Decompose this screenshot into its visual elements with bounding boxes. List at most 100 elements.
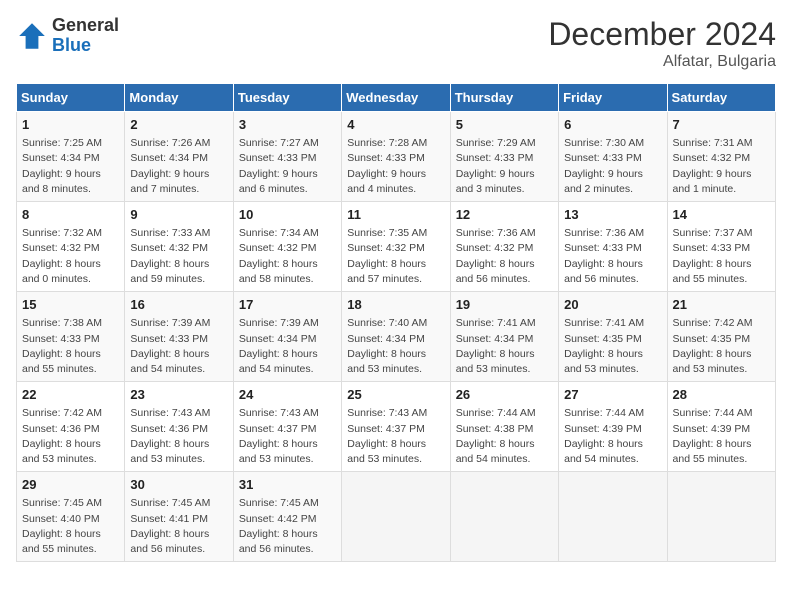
calendar-cell: 13 Sunrise: 7:36 AMSunset: 4:33 PMDayligh… bbox=[559, 202, 667, 292]
calendar-cell bbox=[559, 472, 667, 562]
calendar-cell: 1 Sunrise: 7:25 AMSunset: 4:34 PMDaylight… bbox=[17, 112, 125, 202]
header-thursday: Thursday bbox=[450, 84, 558, 112]
day-number: 6 bbox=[564, 116, 661, 134]
month-title: December 2024 bbox=[548, 16, 776, 53]
day-number: 27 bbox=[564, 386, 661, 404]
header-sunday: Sunday bbox=[17, 84, 125, 112]
day-info: Sunrise: 7:44 AMSunset: 4:39 PMDaylight:… bbox=[564, 406, 661, 467]
calendar-cell: 31 Sunrise: 7:45 AMSunset: 4:42 PMDayligh… bbox=[233, 472, 341, 562]
day-number: 9 bbox=[130, 206, 227, 224]
day-number: 26 bbox=[456, 386, 553, 404]
calendar-cell: 27 Sunrise: 7:44 AMSunset: 4:39 PMDayligh… bbox=[559, 382, 667, 472]
day-number: 21 bbox=[673, 296, 770, 314]
calendar-cell: 17Sunrise: 7:39 AMSunset: 4:34 PMDayligh… bbox=[233, 292, 341, 382]
day-info: Sunrise: 7:36 AMSunset: 4:33 PMDaylight:… bbox=[564, 226, 661, 287]
day-info: Sunrise: 7:44 AMSunset: 4:38 PMDaylight:… bbox=[456, 406, 553, 467]
day-info: Sunrise: 7:42 AMSunset: 4:35 PMDaylight:… bbox=[673, 316, 770, 377]
calendar-cell: 12 Sunrise: 7:36 AMSunset: 4:32 PMDayligh… bbox=[450, 202, 558, 292]
day-number: 22 bbox=[22, 386, 119, 404]
logo: General Blue bbox=[16, 16, 119, 56]
calendar-cell: 23Sunrise: 7:43 AMSunset: 4:36 PMDayligh… bbox=[125, 382, 233, 472]
page-header: General Blue December 2024 Alfatar, Bulg… bbox=[16, 16, 776, 71]
calendar-table: SundayMondayTuesdayWednesdayThursdayFrid… bbox=[16, 83, 776, 562]
day-info: Sunrise: 7:41 AMSunset: 4:34 PMDaylight:… bbox=[456, 316, 553, 377]
calendar-cell: 2 Sunrise: 7:26 AMSunset: 4:34 PMDaylight… bbox=[125, 112, 233, 202]
calendar-cell: 21 Sunrise: 7:42 AMSunset: 4:35 PMDayligh… bbox=[667, 292, 775, 382]
day-number: 29 bbox=[22, 476, 119, 494]
calendar-week-2: 8 Sunrise: 7:32 AMSunset: 4:32 PMDaylight… bbox=[17, 202, 776, 292]
header-saturday: Saturday bbox=[667, 84, 775, 112]
day-info: Sunrise: 7:43 AMSunset: 4:37 PMDaylight:… bbox=[239, 406, 336, 467]
header-friday: Friday bbox=[559, 84, 667, 112]
day-info: Sunrise: 7:41 AMSunset: 4:35 PMDaylight:… bbox=[564, 316, 661, 377]
calendar-cell: 25 Sunrise: 7:43 AMSunset: 4:37 PMDayligh… bbox=[342, 382, 450, 472]
day-info: Sunrise: 7:31 AMSunset: 4:32 PMDaylight:… bbox=[673, 136, 770, 197]
day-info: Sunrise: 7:45 AMSunset: 4:40 PMDaylight:… bbox=[22, 496, 119, 557]
header-tuesday: Tuesday bbox=[233, 84, 341, 112]
calendar-cell: 30Sunrise: 7:45 AMSunset: 4:41 PMDayligh… bbox=[125, 472, 233, 562]
day-info: Sunrise: 7:42 AMSunset: 4:36 PMDaylight:… bbox=[22, 406, 119, 467]
calendar-cell: 20 Sunrise: 7:41 AMSunset: 4:35 PMDayligh… bbox=[559, 292, 667, 382]
day-number: 20 bbox=[564, 296, 661, 314]
day-info: Sunrise: 7:39 AMSunset: 4:34 PMDaylight:… bbox=[239, 316, 336, 377]
day-number: 12 bbox=[456, 206, 553, 224]
calendar-cell: 26 Sunrise: 7:44 AMSunset: 4:38 PMDayligh… bbox=[450, 382, 558, 472]
calendar-cell: 8 Sunrise: 7:32 AMSunset: 4:32 PMDaylight… bbox=[17, 202, 125, 292]
calendar-cell: 18 Sunrise: 7:40 AMSunset: 4:34 PMDayligh… bbox=[342, 292, 450, 382]
calendar-cell: 3Sunrise: 7:27 AMSunset: 4:33 PMDaylight… bbox=[233, 112, 341, 202]
calendar-cell bbox=[667, 472, 775, 562]
day-info: Sunrise: 7:43 AMSunset: 4:37 PMDaylight:… bbox=[347, 406, 444, 467]
header-wednesday: Wednesday bbox=[342, 84, 450, 112]
day-info: Sunrise: 7:25 AMSunset: 4:34 PMDaylight:… bbox=[22, 136, 119, 197]
calendar-week-4: 22 Sunrise: 7:42 AMSunset: 4:36 PMDayligh… bbox=[17, 382, 776, 472]
day-number: 10 bbox=[239, 206, 336, 224]
day-number: 2 bbox=[130, 116, 227, 134]
day-number: 31 bbox=[239, 476, 336, 494]
day-number: 1 bbox=[22, 116, 119, 134]
day-number: 14 bbox=[673, 206, 770, 224]
day-number: 8 bbox=[22, 206, 119, 224]
location: Alfatar, Bulgaria bbox=[548, 53, 776, 71]
day-number: 30 bbox=[130, 476, 227, 494]
calendar-cell: 9Sunrise: 7:33 AMSunset: 4:32 PMDaylight… bbox=[125, 202, 233, 292]
day-info: Sunrise: 7:29 AMSunset: 4:33 PMDaylight:… bbox=[456, 136, 553, 197]
day-number: 18 bbox=[347, 296, 444, 314]
day-number: 13 bbox=[564, 206, 661, 224]
day-info: Sunrise: 7:40 AMSunset: 4:34 PMDaylight:… bbox=[347, 316, 444, 377]
day-info: Sunrise: 7:38 AMSunset: 4:33 PMDaylight:… bbox=[22, 316, 119, 377]
calendar-cell: 6Sunrise: 7:30 AMSunset: 4:33 PMDaylight… bbox=[559, 112, 667, 202]
calendar-week-3: 15Sunrise: 7:38 AMSunset: 4:33 PMDayligh… bbox=[17, 292, 776, 382]
day-number: 23 bbox=[130, 386, 227, 404]
day-number: 25 bbox=[347, 386, 444, 404]
calendar-cell: 10Sunrise: 7:34 AMSunset: 4:32 PMDayligh… bbox=[233, 202, 341, 292]
day-info: Sunrise: 7:26 AMSunset: 4:34 PMDaylight:… bbox=[130, 136, 227, 197]
day-number: 4 bbox=[347, 116, 444, 134]
day-info: Sunrise: 7:35 AMSunset: 4:32 PMDaylight:… bbox=[347, 226, 444, 287]
logo-general-text: General bbox=[52, 16, 119, 36]
day-info: Sunrise: 7:37 AMSunset: 4:33 PMDaylight:… bbox=[673, 226, 770, 287]
calendar-cell: 16Sunrise: 7:39 AMSunset: 4:33 PMDayligh… bbox=[125, 292, 233, 382]
day-info: Sunrise: 7:28 AMSunset: 4:33 PMDaylight:… bbox=[347, 136, 444, 197]
calendar-cell: 5 Sunrise: 7:29 AMSunset: 4:33 PMDaylight… bbox=[450, 112, 558, 202]
calendar-cell: 7Sunrise: 7:31 AMSunset: 4:32 PMDaylight… bbox=[667, 112, 775, 202]
day-number: 5 bbox=[456, 116, 553, 134]
day-number: 16 bbox=[130, 296, 227, 314]
logo-blue-text: Blue bbox=[52, 36, 119, 56]
day-info: Sunrise: 7:36 AMSunset: 4:32 PMDaylight:… bbox=[456, 226, 553, 287]
logo-icon bbox=[16, 20, 48, 52]
day-info: Sunrise: 7:32 AMSunset: 4:32 PMDaylight:… bbox=[22, 226, 119, 287]
calendar-cell: 11 Sunrise: 7:35 AMSunset: 4:32 PMDayligh… bbox=[342, 202, 450, 292]
calendar-cell: 19 Sunrise: 7:41 AMSunset: 4:34 PMDayligh… bbox=[450, 292, 558, 382]
title-block: December 2024 Alfatar, Bulgaria bbox=[548, 16, 776, 71]
day-number: 28 bbox=[673, 386, 770, 404]
day-number: 3 bbox=[239, 116, 336, 134]
calendar-week-5: 29 Sunrise: 7:45 AMSunset: 4:40 PMDayligh… bbox=[17, 472, 776, 562]
calendar-cell: 14 Sunrise: 7:37 AMSunset: 4:33 PMDayligh… bbox=[667, 202, 775, 292]
day-info: Sunrise: 7:45 AMSunset: 4:42 PMDaylight:… bbox=[239, 496, 336, 557]
calendar-cell: 22 Sunrise: 7:42 AMSunset: 4:36 PMDayligh… bbox=[17, 382, 125, 472]
day-info: Sunrise: 7:44 AMSunset: 4:39 PMDaylight:… bbox=[673, 406, 770, 467]
header-monday: Monday bbox=[125, 84, 233, 112]
calendar-cell bbox=[342, 472, 450, 562]
day-number: 19 bbox=[456, 296, 553, 314]
day-number: 11 bbox=[347, 206, 444, 224]
